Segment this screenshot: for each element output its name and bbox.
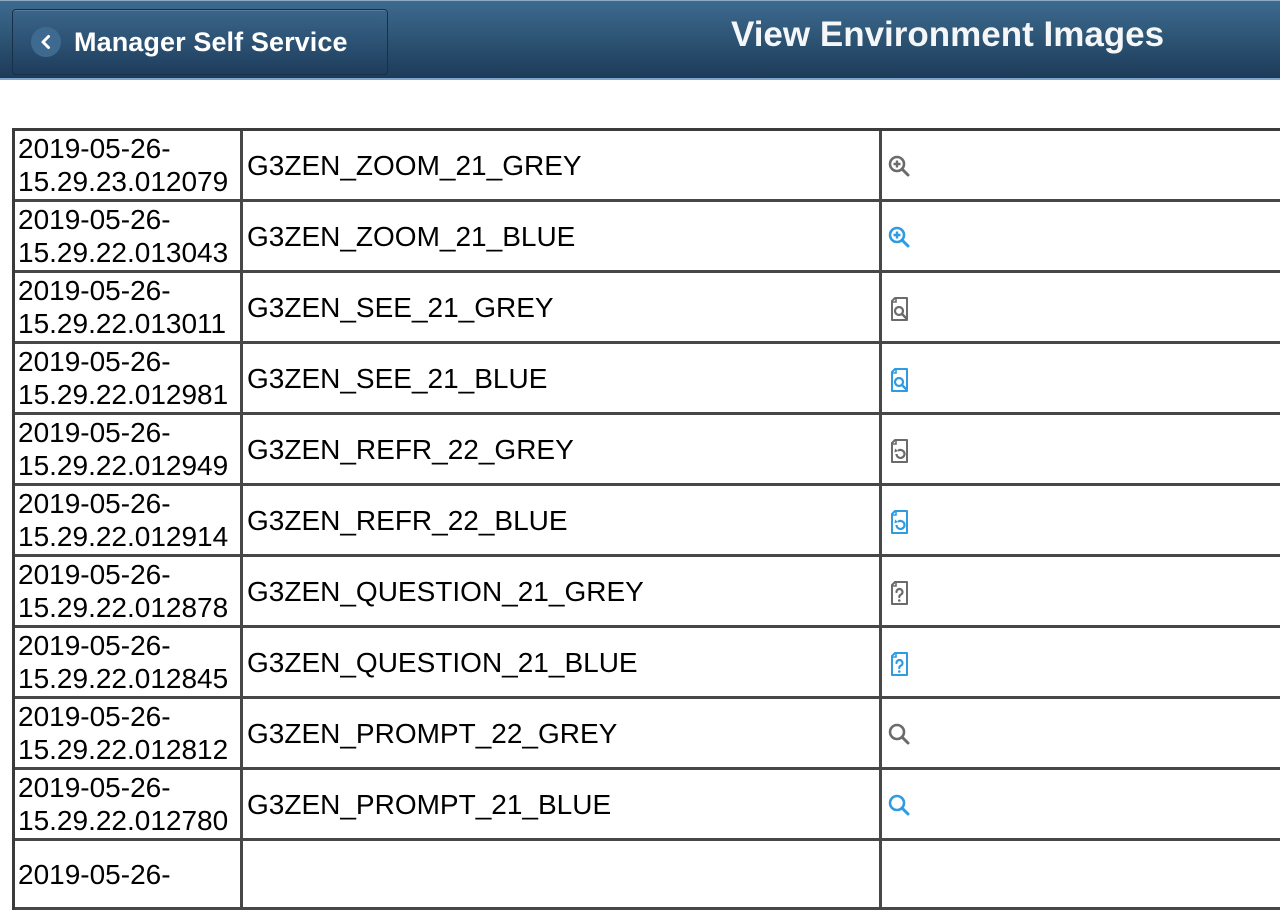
image-preview-cell xyxy=(882,486,1280,557)
back-button[interactable]: Manager Self Service xyxy=(12,9,388,75)
timestamp-cell: 2019-05-26- 15.29.22.012812 xyxy=(15,699,243,770)
timestamp-date: 2019-05-26- xyxy=(18,133,171,164)
table-row: 2019-05-26- 15.29.22.012914 G3ZEN_REFR_22_… xyxy=(15,486,1280,557)
timestamp-time: 15.29.22.012878 xyxy=(18,592,229,623)
image-name-cell: G3ZEN_QUESTION_21_GREY xyxy=(243,557,882,628)
document-question-icon[interactable] xyxy=(886,579,914,607)
timestamp-cell: 2019-05-26- 15.29.22.012780 xyxy=(15,770,243,841)
timestamp-date: 2019-05-26- xyxy=(18,772,171,803)
page-header: Manager Self Service View Environment Im… xyxy=(0,0,1280,80)
timestamp-cell: 2019-05-26- 15.29.22.012914 xyxy=(15,486,243,557)
timestamp-date: 2019-05-26- xyxy=(18,204,171,235)
timestamp-time: 15.29.22.012949 xyxy=(18,450,229,481)
image-preview-cell xyxy=(882,415,1280,486)
image-preview-cell xyxy=(882,557,1280,628)
timestamp-cell: 2019-05-26- 15.29.22.013043 xyxy=(15,202,243,273)
table-row: 2019-05-26- 15.29.22.013043 G3ZEN_ZOOM_21_… xyxy=(15,202,1280,273)
image-name-cell: G3ZEN_PROMPT_21_BLUE xyxy=(243,770,882,841)
timestamp-date: 2019-05-26- xyxy=(18,488,171,519)
timestamp-time: 15.29.23.012079 xyxy=(18,166,229,197)
timestamp-date: 2019-05-26- xyxy=(18,275,171,306)
timestamp-cell: 2019-05-26- xyxy=(15,841,243,910)
images-table: 2019-05-26- 15.29.23.012079 G3ZEN_ZOOM_21_… xyxy=(12,128,1280,910)
image-name-cell: G3ZEN_QUESTION_21_BLUE xyxy=(243,628,882,699)
search-icon[interactable] xyxy=(886,721,914,749)
timestamp-cell: 2019-05-26- 15.29.22.012981 xyxy=(15,344,243,415)
timestamp-time: 15.29.22.012914 xyxy=(18,521,229,552)
document-refresh-icon[interactable] xyxy=(886,508,914,536)
timestamp-date: 2019-05-26- xyxy=(18,630,171,661)
table-row: 2019-05-26- 15.29.22.012949 G3ZEN_REFR_22_… xyxy=(15,415,1280,486)
image-name-cell: G3ZEN_SEE_21_GREY xyxy=(243,273,882,344)
image-preview-cell xyxy=(882,273,1280,344)
table-row: 2019-05-26- 15.29.22.012845 G3ZEN_QUESTION… xyxy=(15,628,1280,699)
image-preview-cell xyxy=(882,202,1280,273)
image-preview-cell xyxy=(882,344,1280,415)
table-row: 2019-05-26- 15.29.22.013011 G3ZEN_SEE_21_G… xyxy=(15,273,1280,344)
timestamp-date: 2019-05-26- xyxy=(18,346,171,377)
timestamp-time: 15.29.22.012981 xyxy=(18,379,229,410)
timestamp-time: 15.29.22.013011 xyxy=(18,308,227,339)
document-refresh-icon[interactable] xyxy=(886,437,914,465)
timestamp-cell: 2019-05-26- 15.29.22.012845 xyxy=(15,628,243,699)
table-row: 2019-05-26- 15.29.22.012780 G3ZEN_PROMPT_2… xyxy=(15,770,1280,841)
timestamp-time: 15.29.22.012812 xyxy=(18,734,229,765)
document-search-icon[interactable] xyxy=(886,366,914,394)
table-row: 2019-05-26- 15.29.22.012981 G3ZEN_SEE_21_B… xyxy=(15,344,1280,415)
image-name-cell: G3ZEN_SEE_21_BLUE xyxy=(243,344,882,415)
timestamp-date: 2019-05-26- xyxy=(18,701,171,732)
image-preview-cell xyxy=(882,770,1280,841)
timestamp-date: 2019-05-26- xyxy=(18,417,171,448)
timestamp-cell: 2019-05-26- 15.29.23.012079 xyxy=(15,131,243,202)
image-preview-cell xyxy=(882,628,1280,699)
image-name-cell: G3ZEN_ZOOM_21_BLUE xyxy=(243,202,882,273)
timestamp-date: 2019-05-26- xyxy=(18,559,171,590)
page-title: View Environment Images xyxy=(731,15,1165,54)
table-row: 2019-05-26- 15.29.22.012812 G3ZEN_PROMPT_2… xyxy=(15,699,1280,770)
image-preview-cell xyxy=(882,699,1280,770)
image-name-cell: G3ZEN_PROMPT_22_GREY xyxy=(243,699,882,770)
image-preview-cell xyxy=(882,131,1280,202)
document-search-icon[interactable] xyxy=(886,295,914,323)
timestamp-cell: 2019-05-26- 15.29.22.012878 xyxy=(15,557,243,628)
document-question-icon[interactable] xyxy=(886,650,914,678)
images-table-container: 2019-05-26- 15.29.23.012079 G3ZEN_ZOOM_21_… xyxy=(12,128,1280,910)
chevron-left-icon xyxy=(31,27,61,57)
image-name-cell: G3ZEN_REFR_22_BLUE xyxy=(243,486,882,557)
timestamp-date: 2019-05-26- xyxy=(18,858,171,890)
zoom-in-icon[interactable] xyxy=(886,224,914,252)
image-name-cell: G3ZEN_REFR_22_GREY xyxy=(243,415,882,486)
images-table-body: 2019-05-26- 15.29.23.012079 G3ZEN_ZOOM_21_… xyxy=(15,131,1280,910)
table-row: 2019-05-26- 15.29.23.012079 G3ZEN_ZOOM_21_… xyxy=(15,131,1280,202)
timestamp-cell: 2019-05-26- 15.29.22.013011 xyxy=(15,273,243,344)
search-icon[interactable] xyxy=(886,792,914,820)
image-name-cell xyxy=(243,841,882,910)
timestamp-time: 15.29.22.012780 xyxy=(18,805,229,836)
table-row: 2019-05-26- xyxy=(15,841,1280,910)
timestamp-cell: 2019-05-26- 15.29.22.012949 xyxy=(15,415,243,486)
back-button-label: Manager Self Service xyxy=(74,26,348,57)
table-row: 2019-05-26- 15.29.22.012878 G3ZEN_QUESTION… xyxy=(15,557,1280,628)
zoom-in-icon[interactable] xyxy=(886,153,914,181)
timestamp-time: 15.29.22.013043 xyxy=(18,237,229,268)
timestamp-time: 15.29.22.012845 xyxy=(18,663,229,694)
image-name-cell: G3ZEN_ZOOM_21_GREY xyxy=(243,131,882,202)
image-preview-cell xyxy=(882,841,1280,910)
